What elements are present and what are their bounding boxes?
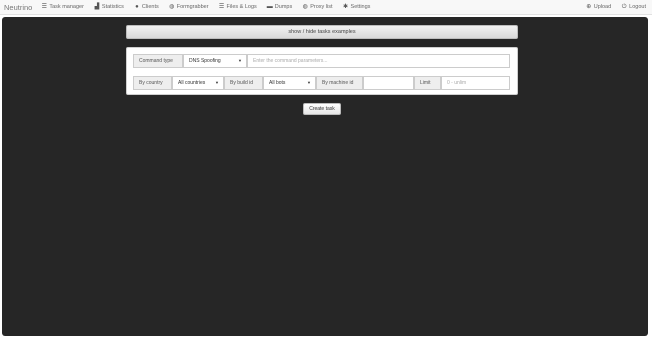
brand-logo[interactable]: Neutrino xyxy=(4,3,32,12)
card-icon: ▬ xyxy=(266,4,273,10)
nav-label: Dumps xyxy=(274,4,293,10)
nav-label: Task manager xyxy=(49,4,84,10)
command-params-input[interactable]: Enter the command parameters... xyxy=(247,54,510,68)
gear-icon: ✱ xyxy=(343,4,349,10)
command-type-value: DNS Spoofing xyxy=(189,58,221,64)
nav-label: Upload xyxy=(593,4,612,10)
command-row: Command type DNS Spoofing ▼ Enter the co… xyxy=(133,54,510,68)
power-icon: ⏻ xyxy=(621,4,627,10)
nav-label: Settings xyxy=(350,4,371,10)
list-icon: ☰ xyxy=(41,4,48,10)
task-form-panel: Command type DNS Spoofing ▼ Enter the co… xyxy=(126,47,518,95)
top-navbar: Neutrino ☰ Task manager ▟ Statistics ● C… xyxy=(0,0,652,15)
by-country-label: By country xyxy=(133,76,172,90)
caret-down-icon: ▼ xyxy=(215,80,219,85)
globe-icon: ◍ xyxy=(302,4,308,10)
by-machine-id-label: By machine id xyxy=(316,76,363,90)
chart-icon: ▟ xyxy=(94,4,100,10)
nav-task-manager[interactable]: ☰ Task manager xyxy=(41,4,84,10)
nav-label: Clients xyxy=(141,4,159,10)
nav-clients[interactable]: ● Clients xyxy=(134,4,159,10)
nav-settings[interactable]: ✱ Settings xyxy=(343,4,371,10)
command-type-label: Command type xyxy=(133,54,183,68)
nav-label: Files & Logs xyxy=(226,4,257,10)
nav-proxy-list[interactable]: ◍ Proxy list xyxy=(302,4,333,10)
by-build-id-label: By build id xyxy=(224,76,263,90)
user-icon: ● xyxy=(135,4,139,10)
nav-logout[interactable]: ⏻ Logout xyxy=(621,4,646,10)
build-id-value: All bots xyxy=(269,80,286,86)
list-icon: ☰ xyxy=(218,4,225,10)
limit-label: Limit xyxy=(414,76,441,90)
nav-label: Proxy list xyxy=(310,4,333,10)
country-value: All countries xyxy=(178,80,206,86)
globe-icon: ◍ xyxy=(169,4,175,10)
nav-formgrabber[interactable]: ◍ Formgrabber xyxy=(169,4,209,10)
nav-statistics[interactable]: ▟ Statistics xyxy=(94,4,124,10)
build-id-select[interactable]: All bots ▼ xyxy=(263,76,316,90)
nav-label: Formgrabber xyxy=(176,4,209,10)
nav-label: Statistics xyxy=(101,4,124,10)
toggle-examples-button[interactable]: show / hide tasks examples xyxy=(126,25,518,39)
command-type-select[interactable]: DNS Spoofing ▼ xyxy=(183,54,247,68)
nav-files-logs[interactable]: ☰ Files & Logs xyxy=(219,4,257,10)
create-task-button[interactable]: Create task xyxy=(303,103,341,115)
limit-input[interactable]: 0 - unlim xyxy=(441,76,510,90)
filter-row: By country All countries ▼ By build id A… xyxy=(133,76,510,90)
machine-id-input[interactable] xyxy=(363,76,414,90)
nav-dumps[interactable]: ▬ Dumps xyxy=(267,4,292,10)
plus-circle-icon: ⊕ xyxy=(586,4,592,10)
country-select[interactable]: All countries ▼ xyxy=(172,76,224,90)
caret-down-icon: ▼ xyxy=(307,80,311,85)
nav-label: Logout xyxy=(629,4,646,10)
nav-upload[interactable]: ⊕ Upload xyxy=(586,4,611,10)
nav-right-group: ⊕ Upload ⏻ Logout xyxy=(576,4,646,10)
caret-down-icon: ▼ xyxy=(238,58,242,63)
